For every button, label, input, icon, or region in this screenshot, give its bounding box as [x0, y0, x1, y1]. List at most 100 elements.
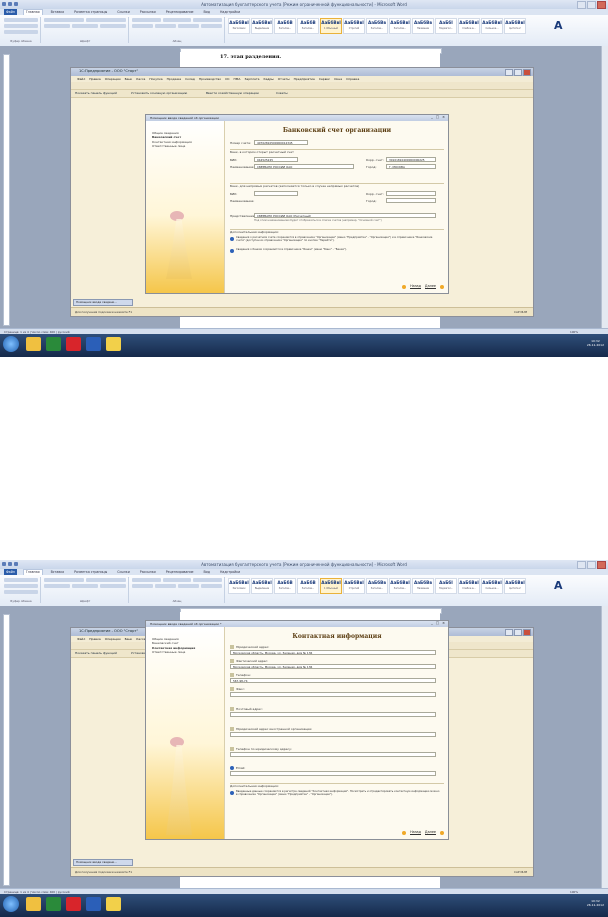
media-icon[interactable]: [46, 897, 61, 911]
onec-close-button[interactable]: [523, 69, 531, 76]
city-field[interactable]: Г. МОСКВА: [386, 164, 436, 169]
representation-label: Представление:: [230, 214, 256, 218]
step-responsible[interactable]: Ответственные лица: [152, 144, 224, 148]
close-button[interactable]: [597, 561, 606, 569]
clock[interactable]: 10:32 26.11.2012: [587, 899, 604, 907]
address-icon: [230, 645, 234, 649]
wizard-bank-account: Помощник ввода сведений об организации _ …: [145, 114, 449, 294]
change-styles-icon[interactable]: A: [554, 579, 563, 592]
media-icon[interactable]: [46, 337, 61, 351]
back-button[interactable]: Назад: [410, 284, 421, 289]
explorer-icon[interactable]: [26, 337, 41, 351]
explorer-icon[interactable]: [26, 897, 41, 911]
bank-name-field[interactable]: СБЕРБАНК РОССИИ ОАО: [254, 164, 354, 169]
actual-address-label: Фактический адрес:: [236, 659, 269, 663]
bik2-field[interactable]: [254, 191, 298, 196]
window-title: Автоматизация бухгалтерского учета [Режи…: [201, 2, 407, 7]
email-icon: [230, 766, 234, 770]
actual-address-field[interactable]: Московская область, Москва, ул. Зеленая,…: [230, 664, 436, 669]
start-button[interactable]: [3, 896, 19, 912]
foreign-address-field[interactable]: [230, 732, 436, 737]
close-button[interactable]: [597, 1, 606, 9]
corr2-field[interactable]: [386, 191, 436, 196]
onec-close-button[interactable]: [523, 629, 531, 636]
styles-gallery[interactable]: АаБбВвІ Заголовок АаБбВвІ Выделение АаБбВ З…: [228, 18, 526, 34]
bank2-name-label: Наименование:: [230, 199, 255, 203]
onec-taskbar-icon[interactable]: [106, 897, 121, 911]
representation-field[interactable]: СБЕРБАНК РОССИИ ОАО (Расчетный): [254, 213, 436, 218]
next-button[interactable]: Далее: [424, 830, 436, 835]
wizard-main: Контактная информация Юридический адрес:…: [226, 627, 448, 839]
onec-title: 1С:Предприятие - ООО "Старт": [79, 69, 139, 73]
info-icon: [230, 791, 234, 795]
foreign-address-label: Юридический адрес иностранной организаци…: [236, 727, 313, 731]
phone-icon: [230, 747, 234, 751]
window-title: Автоматизация бухгалтерского учета [Режи…: [201, 562, 407, 567]
maximize-button[interactable]: [587, 561, 596, 569]
show-panel-button[interactable]: Показать панель функций: [75, 651, 117, 655]
show-panel-button[interactable]: Показать панель функций: [75, 91, 117, 95]
account-number-field[interactable]: 40702810500000012345: [254, 140, 308, 145]
clock[interactable]: 10:32 26.11.2012: [587, 339, 604, 347]
bank-name-label: Наименование:: [230, 165, 255, 169]
window-tab[interactable]: Помощник ввода сведени...: [73, 859, 133, 866]
onec-maximize-button[interactable]: [514, 69, 522, 76]
back-button[interactable]: Назад: [410, 830, 421, 835]
corr2-label: Корр. счет:: [366, 192, 384, 196]
next-button[interactable]: Далее: [424, 284, 436, 289]
paragraph-group[interactable]: Абзац: [130, 17, 225, 43]
word-taskbar-icon[interactable]: [86, 337, 101, 351]
back-arrow-icon: [402, 830, 407, 835]
vertical-scrollbar[interactable]: [601, 46, 608, 328]
legal-address-field[interactable]: Московская область, Москва, ул. Зеленая,…: [230, 650, 436, 655]
info-icon: [230, 237, 234, 241]
clipboard-group[interactable]: Буфер обмена: [2, 17, 41, 43]
page-text: 17. этап разделения.: [220, 54, 282, 60]
fax-field[interactable]: [230, 692, 436, 697]
minimize-button[interactable]: [577, 1, 586, 9]
minimize-button[interactable]: [577, 561, 586, 569]
onec-minimize-button[interactable]: [505, 69, 513, 76]
wizard-window-controls[interactable]: _ □ ×: [431, 621, 446, 625]
info-text-1: Сведения о расчетном счете сохраняются в…: [236, 236, 433, 243]
paragraph-group[interactable]: Абзац: [130, 577, 225, 603]
city2-label: Город:: [366, 199, 377, 203]
info-text-2: Сведения о банках сохраняются в справочн…: [236, 248, 348, 251]
postal-address-field[interactable]: [230, 712, 436, 717]
set-organization-button[interactable]: Установить основную организацию: [131, 91, 187, 95]
onec-taskbar-icon[interactable]: [106, 337, 121, 351]
postal-address-label: Почтовый адрес:: [236, 707, 263, 711]
opera-icon[interactable]: [66, 337, 81, 351]
bik-field[interactable]: 044525225: [254, 157, 298, 162]
email-field[interactable]: [230, 771, 436, 776]
ruler-vertical: [3, 54, 10, 326]
word-title-bar: Автоматизация бухгалтерского учета [Режи…: [0, 560, 608, 569]
phone-label: Телефон:: [236, 673, 251, 677]
enter-operation-button[interactable]: Ввести хозяйственную операцию: [206, 91, 259, 95]
window-tab[interactable]: Помощник ввода сведени...: [73, 299, 133, 306]
info-icon: [230, 249, 234, 253]
corr-account-field[interactable]: 30101810400000000225: [386, 157, 436, 162]
opera-icon[interactable]: [66, 897, 81, 911]
tips-button[interactable]: Советы: [276, 91, 288, 95]
city2-field[interactable]: [386, 198, 436, 203]
change-styles-icon[interactable]: A: [554, 19, 563, 32]
next-arrow-icon: [440, 830, 444, 835]
vertical-scrollbar[interactable]: [601, 606, 608, 888]
onec-minimize-button[interactable]: [505, 629, 513, 636]
onec-maximize-button[interactable]: [514, 629, 522, 636]
legal-phone-field[interactable]: [230, 752, 436, 757]
wizard-window-controls[interactable]: _ □ ×: [431, 115, 446, 119]
next-arrow-icon: [440, 284, 444, 289]
phone-icon: [230, 673, 234, 677]
font-group[interactable]: Шрифт: [42, 17, 129, 43]
step-responsible[interactable]: Ответственные лица: [152, 650, 224, 654]
styles-gallery[interactable]: АаБбВвІ Заголовок АаБбВвІ Выделение АаБбВ З…: [228, 578, 526, 594]
clipboard-group[interactable]: Буфер обмена: [2, 577, 41, 603]
font-group[interactable]: Шрифт: [42, 577, 129, 603]
onec-status-bar: Для получения подсказки нажмите F1 CAP N…: [71, 867, 533, 876]
start-button[interactable]: [3, 336, 19, 352]
phone-field[interactable]: 567-98-74: [230, 678, 436, 683]
word-taskbar-icon[interactable]: [86, 897, 101, 911]
maximize-button[interactable]: [587, 1, 596, 9]
